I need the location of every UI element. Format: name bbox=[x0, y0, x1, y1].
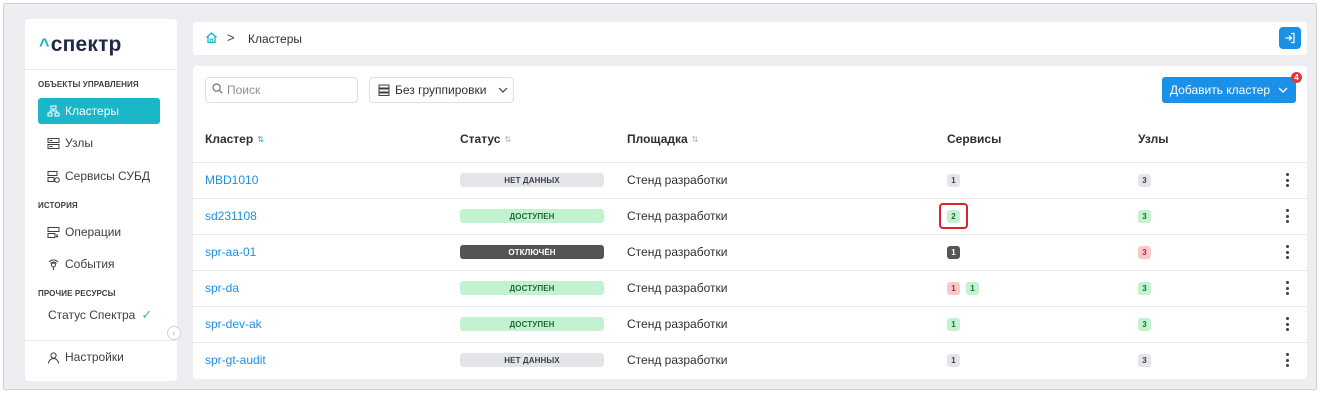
check-icon: ✓ bbox=[141, 307, 153, 322]
sidebar-item-events[interactable]: События bbox=[38, 251, 160, 277]
grouping-icon bbox=[378, 84, 390, 96]
logo: ^спектр bbox=[39, 33, 122, 56]
services-count-badge[interactable]: 1 bbox=[947, 317, 960, 331]
breadcrumb-current: Кластеры bbox=[248, 32, 302, 46]
grouping-select[interactable]: Без группировки bbox=[369, 77, 514, 103]
cluster-link[interactable]: sd231108 bbox=[205, 209, 257, 223]
search-input[interactable] bbox=[227, 83, 347, 97]
nodes-count-badge[interactable]: 3 bbox=[1138, 281, 1151, 295]
column-header-status[interactable]: Статус ⇅ bbox=[460, 132, 511, 146]
sidebar-item-clusters[interactable]: Кластеры bbox=[38, 98, 160, 124]
user-icon bbox=[46, 350, 60, 364]
nodes-count-badge[interactable]: 3 bbox=[1138, 173, 1151, 187]
sort-asc-icon: ⇅ bbox=[257, 134, 264, 144]
sort-icon: ⇅ bbox=[504, 134, 512, 144]
sidebar-item-db-services[interactable]: Сервисы СУБД bbox=[38, 163, 160, 189]
cluster-link[interactable]: spr-da bbox=[205, 281, 239, 295]
sidebar-divider bbox=[25, 69, 177, 70]
services-count-badge[interactable]: 1 bbox=[966, 281, 979, 295]
status-badge: ОТКЛЮЧЁН bbox=[460, 245, 604, 259]
nodes-count-badge[interactable]: 3 bbox=[1138, 245, 1151, 259]
column-header-cluster[interactable]: Кластер ⇅ bbox=[205, 132, 264, 146]
sidebar-divider bbox=[25, 340, 177, 341]
nodes-icon bbox=[46, 136, 60, 150]
site-cell: Стенд разработки bbox=[627, 209, 728, 223]
operations-icon bbox=[46, 225, 60, 239]
nodes-count-badge[interactable]: 3 bbox=[1138, 353, 1151, 367]
clusters-panel: Без группировки Добавить кластер 4 Класт… bbox=[193, 66, 1307, 379]
cluster-link[interactable]: spr-aa-01 bbox=[205, 245, 256, 259]
site-cell: Стенд разработки bbox=[627, 281, 728, 295]
services-count-badge[interactable]: 1 bbox=[947, 353, 960, 367]
search-box[interactable] bbox=[205, 77, 358, 103]
table-row: spr-dev-ak ДОСТУПЕН Стенд разработки 1 3 bbox=[193, 306, 1307, 342]
row-actions-menu[interactable] bbox=[1283, 208, 1291, 224]
events-icon bbox=[46, 257, 60, 271]
site-cell: Стенд разработки bbox=[627, 353, 728, 367]
nodes-count-badge[interactable]: 3 bbox=[1138, 209, 1151, 223]
cluster-link[interactable]: spr-dev-ak bbox=[205, 317, 262, 331]
site-cell: Стенд разработки bbox=[627, 317, 728, 331]
sidebar-item-operations[interactable]: Операции bbox=[38, 219, 160, 245]
status-badge: НЕТ ДАННЫХ bbox=[460, 353, 604, 367]
row-actions-menu[interactable] bbox=[1283, 352, 1291, 368]
table-row: sd231108 ДОСТУПЕН Стенд разработки 2 3 bbox=[193, 198, 1307, 234]
clusters-icon bbox=[46, 104, 60, 118]
status-badge: ДОСТУПЕН bbox=[460, 209, 604, 223]
home-icon[interactable] bbox=[205, 31, 218, 49]
db-services-icon bbox=[46, 169, 60, 183]
sidebar-item-nodes[interactable]: Узлы bbox=[38, 130, 160, 156]
table-row: spr-gt-audit НЕТ ДАННЫХ Стенд разработки… bbox=[193, 342, 1307, 378]
site-cell: Стенд разработки bbox=[627, 245, 728, 259]
column-header-site[interactable]: Площадка ⇅ bbox=[627, 132, 698, 146]
sidebar-section-title: ОБЪЕКТЫ УПРАВЛЕНИЯ bbox=[38, 80, 139, 89]
sidebar-item-spectrum-status[interactable]: Статус Спектра ✓ bbox=[38, 302, 160, 328]
row-actions-menu[interactable] bbox=[1283, 280, 1291, 296]
sidebar-section-title: ИСТОРИЯ bbox=[38, 201, 78, 210]
cluster-link[interactable]: MBD1010 bbox=[205, 173, 258, 187]
chevron-down-icon bbox=[1278, 85, 1288, 96]
table-row: spr-da ДОСТУПЕН Стенд разработки 1 1 3 bbox=[193, 270, 1307, 306]
grouping-label: Без группировки bbox=[395, 83, 487, 97]
notification-badge: 4 bbox=[1291, 72, 1302, 83]
collapse-sidebar-button[interactable]: ‹ bbox=[167, 326, 181, 340]
services-count-badge[interactable]: 1 bbox=[947, 245, 960, 259]
services-count-badge[interactable]: 1 bbox=[947, 173, 960, 187]
table-row: spr-aa-01 ОТКЛЮЧЁН Стенд разработки 1 3 bbox=[193, 234, 1307, 270]
breadcrumb-separator: > bbox=[227, 30, 235, 45]
row-actions-menu[interactable] bbox=[1283, 244, 1291, 260]
breadcrumb: > Кластеры bbox=[193, 22, 1307, 55]
highlight-box bbox=[939, 203, 968, 229]
row-actions-menu[interactable] bbox=[1283, 172, 1291, 188]
status-badge: ДОСТУПЕН bbox=[460, 317, 604, 331]
column-header-nodes: Узлы bbox=[1138, 132, 1169, 146]
sidebar-item-settings[interactable]: Настройки bbox=[38, 344, 160, 370]
logout-button[interactable] bbox=[1279, 27, 1301, 49]
app-frame: ^спектр ОБЪЕКТЫ УПРАВЛЕНИЯ Кластеры Узлы… bbox=[3, 3, 1317, 390]
cluster-link[interactable]: spr-gt-audit bbox=[205, 353, 266, 367]
sidebar-section-title: ПРОЧИЕ РЕСУРСЫ bbox=[38, 289, 116, 298]
add-cluster-button[interactable]: Добавить кластер bbox=[1162, 77, 1296, 103]
search-icon bbox=[212, 83, 223, 97]
chevron-down-icon bbox=[498, 85, 508, 96]
sort-icon: ⇅ bbox=[691, 134, 699, 144]
table-row: MBD1010 НЕТ ДАННЫХ Стенд разработки 1 3 bbox=[193, 162, 1307, 198]
row-actions-menu[interactable] bbox=[1283, 316, 1291, 332]
column-header-services: Сервисы bbox=[947, 132, 1002, 146]
nodes-count-badge[interactable]: 3 bbox=[1138, 317, 1151, 331]
services-error-count-badge[interactable]: 1 bbox=[947, 281, 960, 295]
logout-icon bbox=[1285, 32, 1295, 44]
status-badge: ДОСТУПЕН bbox=[460, 281, 604, 295]
status-badge: НЕТ ДАННЫХ bbox=[460, 173, 604, 187]
sidebar: ^спектр ОБЪЕКТЫ УПРАВЛЕНИЯ Кластеры Узлы… bbox=[25, 19, 181, 381]
site-cell: Стенд разработки bbox=[627, 173, 728, 187]
